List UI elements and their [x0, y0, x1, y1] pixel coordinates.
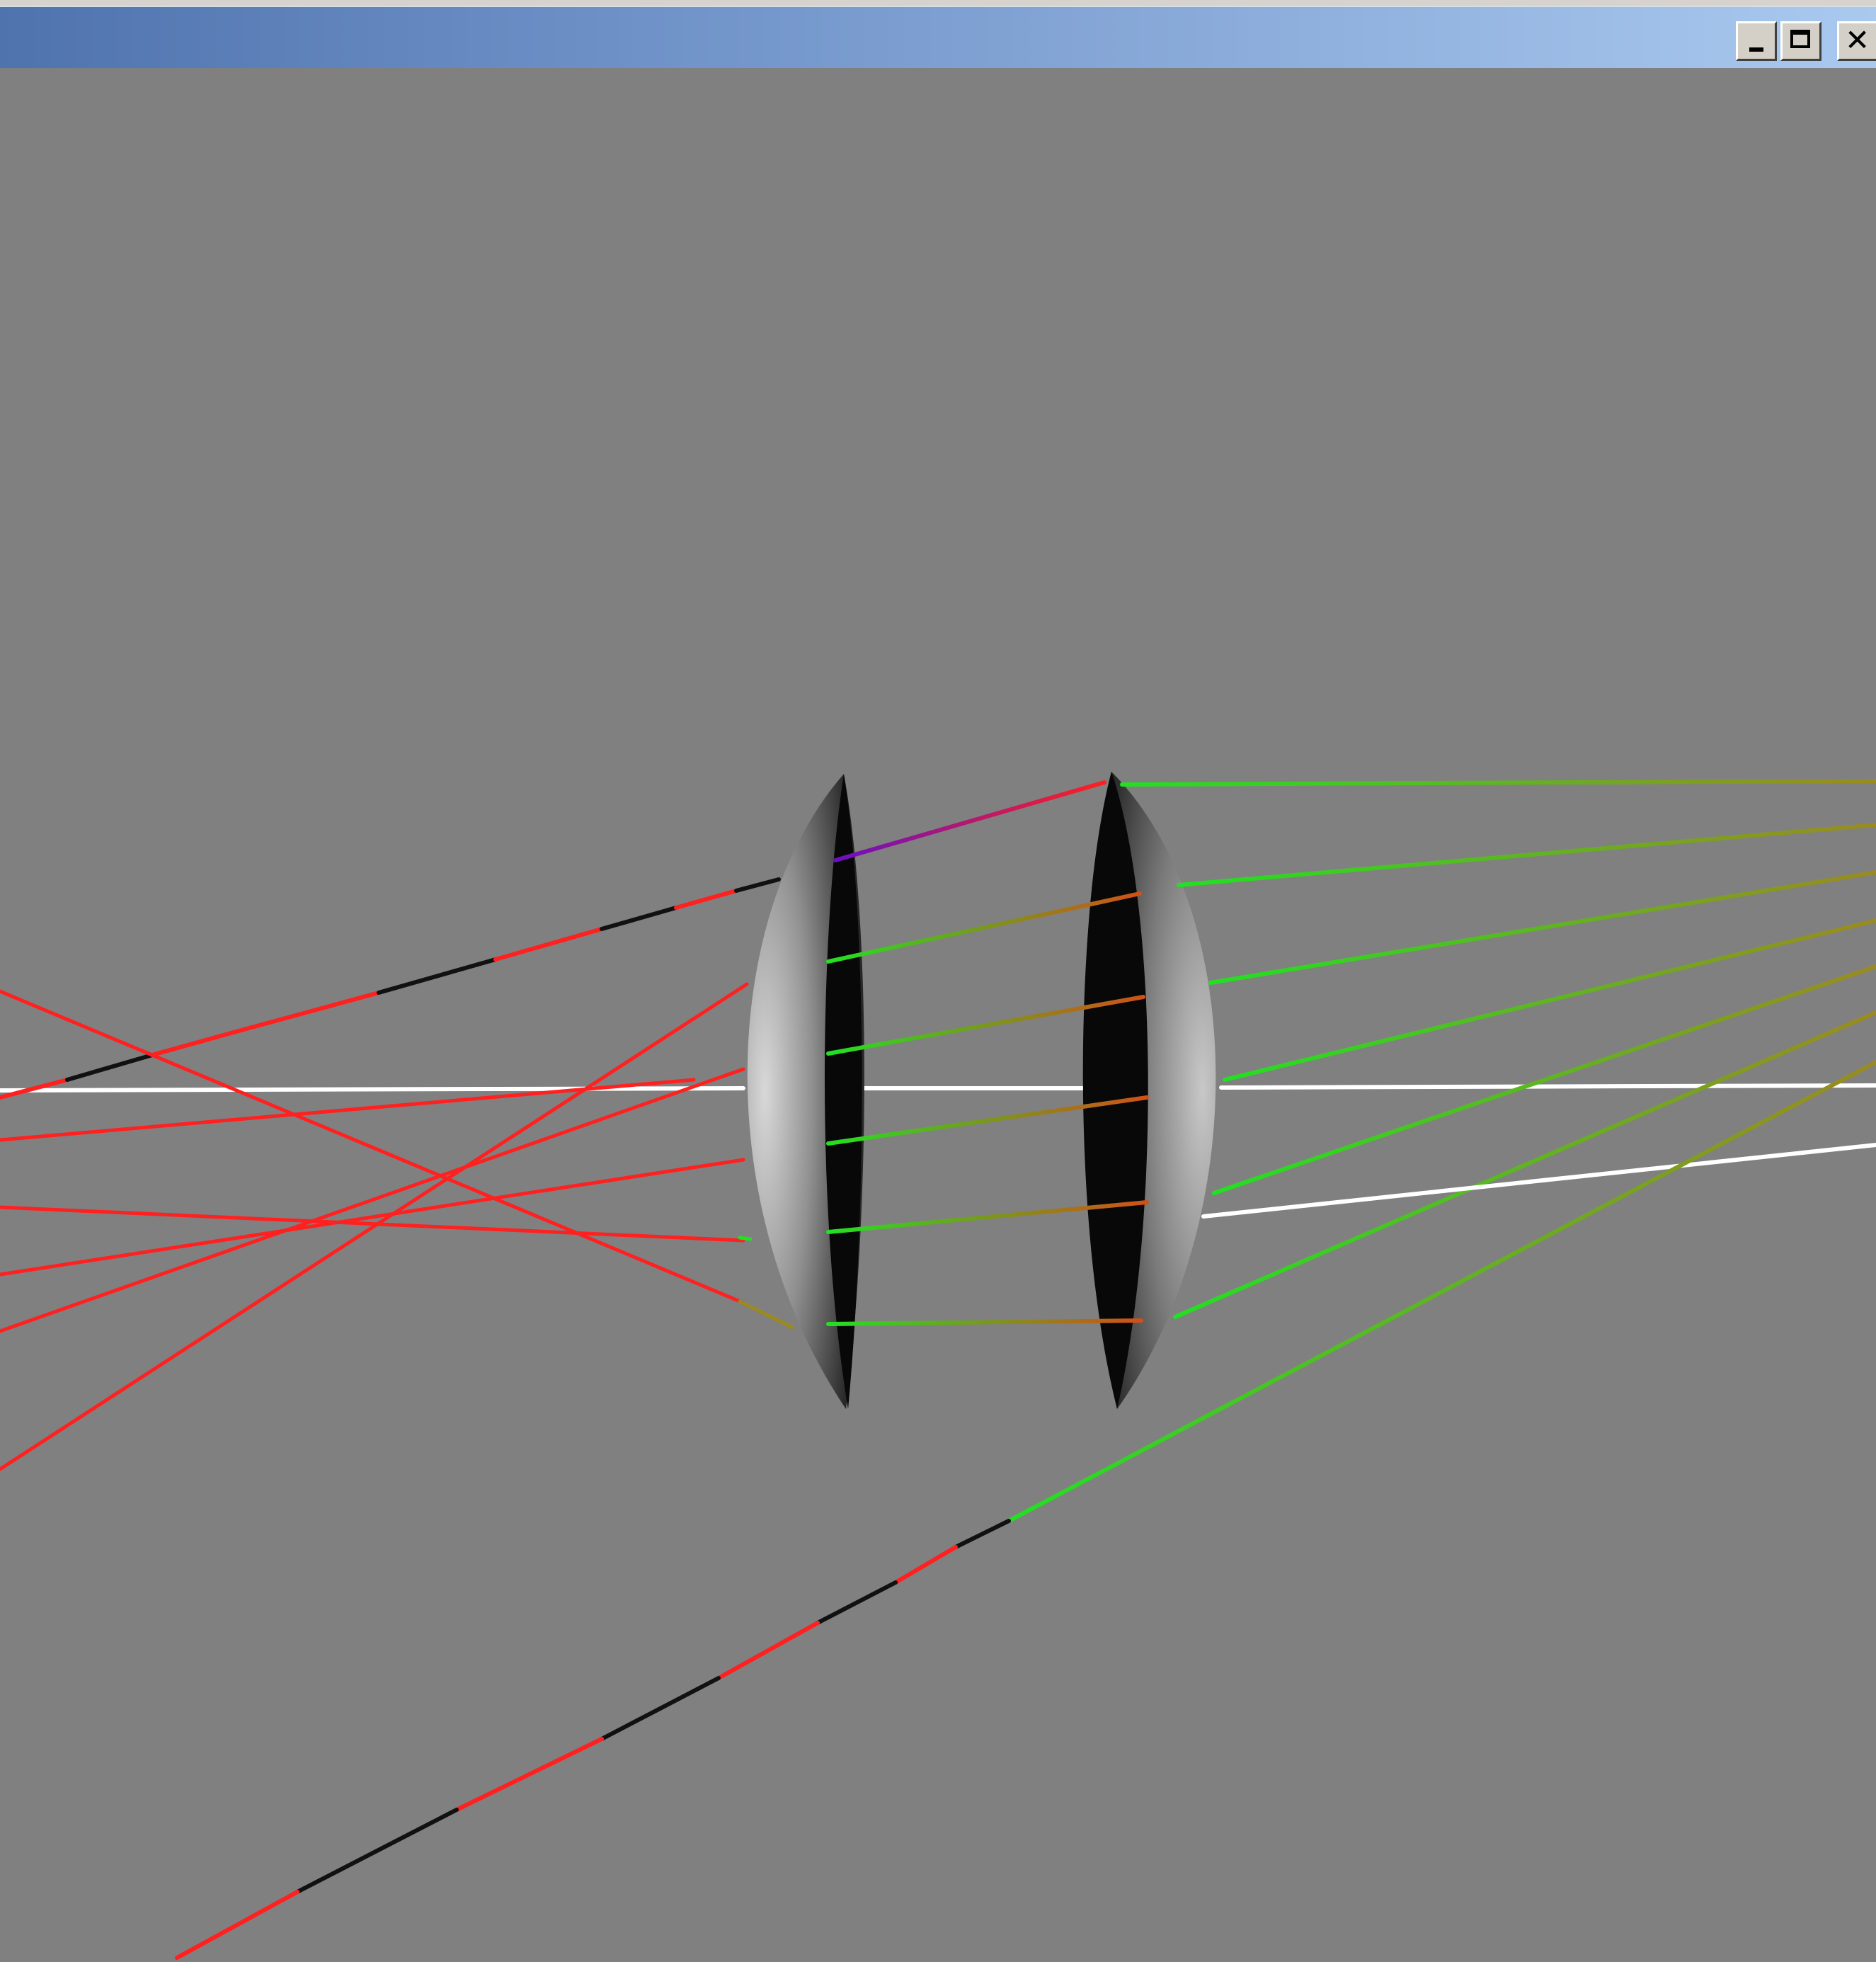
axis-segment-right [1219, 1083, 1876, 1090]
ray-upper-incoming [377, 957, 498, 995]
ray-out-2 [1177, 823, 1876, 887]
ray-lower-incoming [295, 1808, 459, 1894]
maximize-icon [1790, 30, 1810, 48]
ray-out-white [1201, 1143, 1876, 1219]
ray-lower-incoming [816, 1580, 898, 1625]
ray-lower-incoming [893, 1545, 958, 1585]
close-button[interactable]: ✕ [1837, 21, 1876, 61]
ray-upper-incoming [600, 906, 678, 931]
minimize-button[interactable] [1736, 21, 1777, 61]
title-bar[interactable]: ✕ [0, 6, 1876, 68]
optical-axis [0, 1083, 1876, 1093]
ray-upper-incoming [150, 1030, 236, 1057]
ray-between-6 [826, 1318, 1143, 1326]
ray-upper-incoming [493, 927, 604, 962]
rays-group [0, 779, 1876, 1960]
lens-ray-scene [0, 772, 1876, 1960]
ray-red-cross-2 [0, 1205, 745, 1243]
ray-upper-incoming [65, 1053, 154, 1082]
ray-lens-stub [738, 1236, 753, 1241]
ray-upper-incoming [231, 991, 381, 1034]
ray-between-1 [833, 780, 1106, 862]
render-viewport[interactable] [0, 67, 1876, 1962]
maximize-button[interactable] [1780, 21, 1821, 61]
ray-out-1 [1120, 779, 1876, 787]
axis-segment-left [0, 1086, 745, 1093]
ray-lower-incoming [716, 1621, 820, 1680]
ray-upper-incoming [674, 889, 738, 910]
close-icon: ✕ [1845, 23, 1870, 57]
lens-right[interactable] [1082, 772, 1216, 1409]
ray-out-3 [1208, 870, 1876, 985]
ray-lower-incoming [454, 1737, 604, 1812]
ray-lower-incoming [600, 1676, 721, 1741]
application-window: ✕ [0, 0, 1876, 1962]
ray-lower-incoming [954, 1519, 1011, 1549]
ray-lower-incoming [175, 1890, 299, 1960]
ray-lens-stub [738, 1299, 795, 1330]
ray-out-6 [1173, 1010, 1876, 1319]
minimize-icon [1749, 47, 1763, 52]
ray-red-cross-5 [0, 982, 749, 1471]
ray-upper-incoming [734, 877, 781, 893]
